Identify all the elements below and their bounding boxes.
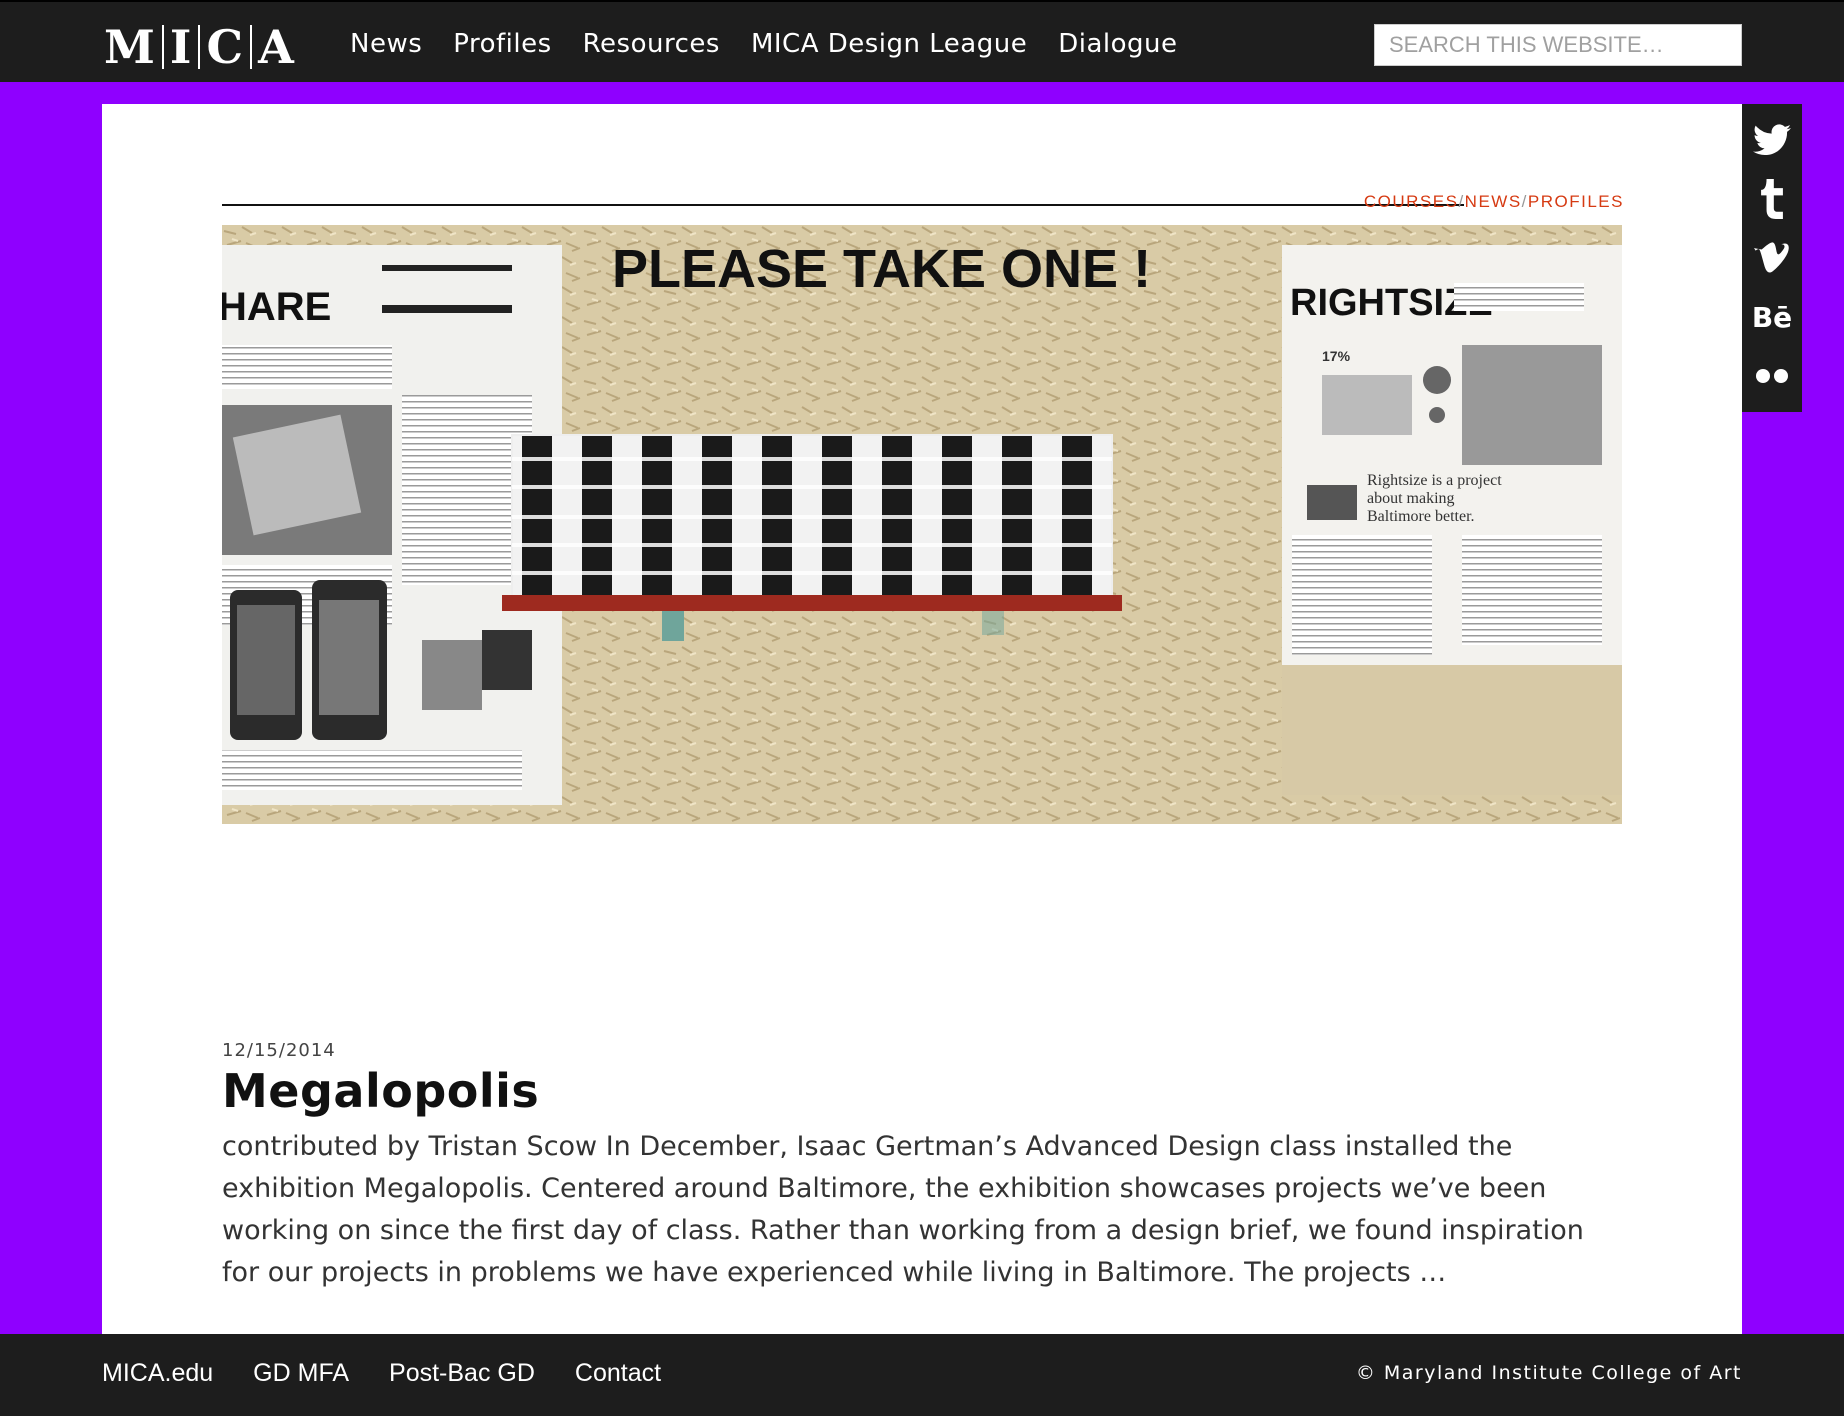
post-date: 12/15/2014 (222, 1040, 336, 1061)
logo-letter-c: C (206, 20, 245, 74)
twitter-icon[interactable] (1750, 116, 1794, 163)
social-links: Bē (1742, 104, 1802, 412)
tumblr-icon[interactable] (1750, 175, 1794, 222)
post-categories: COURSES/NEWS/PROFILES (1363, 192, 1624, 211)
logo-divider (198, 25, 201, 69)
copyright-text: © Maryland Institute College of Art (1355, 1362, 1742, 1384)
behance-icon[interactable]: Bē (1750, 294, 1794, 341)
logo-letter-i: I (169, 20, 193, 74)
flickr-icon[interactable] (1750, 353, 1794, 400)
footer-link-gd-mfa[interactable]: GD MFA (253, 1356, 349, 1390)
behance-icon-text: Bē (1751, 300, 1793, 334)
category-link-courses[interactable]: COURSES (1364, 192, 1459, 211)
post-title-link[interactable]: Megalopolis (222, 1064, 539, 1118)
footer-link-contact[interactable]: Contact (575, 1356, 661, 1390)
footer-link-post-bac-gd[interactable]: Post-Bac GD (389, 1356, 535, 1390)
post-excerpt: contributed by Tristan Scow In December,… (222, 1131, 1584, 1288)
footer-links: MICA.edu GD MFA Post-Bac GD Contact (102, 1356, 701, 1390)
category-link-profiles[interactable]: PROFILES (1528, 192, 1624, 211)
nav-news[interactable]: News (350, 24, 422, 64)
category-link-news[interactable]: NEWS (1465, 192, 1522, 211)
logo-letter-a: A (258, 20, 295, 74)
right-poster-stat: 17% (1322, 348, 1351, 364)
nav-profiles[interactable]: Profiles (453, 24, 551, 64)
mica-logo[interactable]: M I C A (104, 24, 295, 70)
newspaper-stack (502, 434, 1122, 641)
site-footer: MICA.edu GD MFA Post-Bac GD Contact © Ma… (0, 1334, 1844, 1416)
content-panel: COURSES/NEWS/PROFILES HARE PLEASE TAKE O… (102, 104, 1742, 1334)
right-poster-graphic: RIGHTSIZE 17% Rightsize is a project abo… (1282, 245, 1622, 795)
vimeo-icon[interactable] (1750, 234, 1794, 281)
logo-divider (250, 25, 253, 69)
top-navigation-bar: M I C A News Profiles Resources MICA Des… (0, 0, 1844, 82)
featured-image[interactable]: HARE PLEASE TAKE ONE ! RIGHTSIZE 17% Rig… (222, 225, 1622, 824)
nav-mica-design-league[interactable]: MICA Design League (751, 24, 1027, 64)
footer-link-mica-edu[interactable]: MICA.edu (102, 1356, 213, 1390)
main-nav: News Profiles Resources MICA Design Leag… (350, 24, 1209, 64)
logo-divider (161, 25, 164, 69)
post-title[interactable]: Megalopolis (222, 1064, 539, 1118)
section-divider (222, 204, 1464, 206)
logo-letter-m: M (104, 20, 156, 74)
nav-resources[interactable]: Resources (583, 24, 720, 64)
sign-text: PLEASE TAKE ONE ! (612, 239, 1151, 299)
nav-dialogue[interactable]: Dialogue (1058, 24, 1177, 64)
left-poster-title: HARE (222, 285, 331, 329)
search-input[interactable] (1374, 24, 1742, 66)
